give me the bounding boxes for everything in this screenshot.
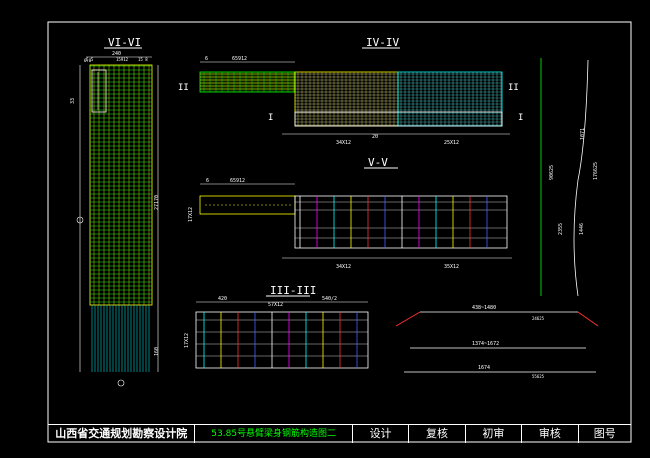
dim-bottom-5: 55625 [532,374,545,379]
section-iii-title: III-III [270,284,316,297]
section-v: V-V 65912 6 34X12 35X12 17X12 [188,156,512,270]
dim-iv-3: 20 [372,134,378,140]
dim-side-1: 2355 [558,223,564,235]
section-mark-ii-left: II [178,83,189,93]
dim-v-1: 65912 [230,178,245,184]
title-block-design: 设计 [353,425,410,443]
dim-bottom-1: 438~1480 [472,305,496,311]
dim-vi-5: 27170 [154,195,160,210]
dim-side-3: 90625 [549,165,555,180]
section-iv-title: IV-IV [366,36,399,49]
dim-iv-4: 25X12 [444,140,459,146]
detail-bars: 438~1480 1374~1672 1674 24625 55625 [395,305,599,379]
dim-bottom-2: 1374~1672 [472,341,499,347]
title-block-approve: 审核 [522,425,579,443]
section-v-title: V-V [368,156,388,169]
dim-v-3: 35X12 [444,264,459,270]
dim-v-4: 6 [206,178,209,184]
dim-v-2: 34X12 [336,264,351,270]
dim-v-5: 17X12 [188,207,194,222]
drawing-canvas: VI-VI 240 6 5 15912 15 8 27170 160 33 6.… [47,21,632,443]
dim-vi-3: 15912 [116,57,129,62]
title-block: 山西省交通规划勘察设计院 53.85号悬臂梁身钢筋构造图二 设计 复核 初审 审… [48,424,631,443]
title-block-project: 53.85号悬臂梁身钢筋构造图二 [195,425,353,443]
dim-vi-8: 6.8 [84,58,92,63]
section-mark-ii-right: II [508,83,519,93]
side-profile: 2355 1446 90625 176625 1071 [540,58,599,297]
dim-side-5: 1071 [580,128,586,140]
dim-vi-4: 15 8 [138,57,148,62]
section-iv: IV-IV 65912 6 34X12 20 25X12 II II I I [178,36,523,146]
dim-iv-1: 65912 [232,56,247,62]
section-vi: VI-VI 240 6 5 15912 15 8 27170 160 33 6.… [70,36,160,387]
dim-iii-3: 540/2 [322,296,337,302]
dim-iv-5: 6 [205,56,208,62]
dim-bottom-3: 1674 [478,365,490,371]
dim-vi-6: 160 [154,347,160,356]
title-block-check: 复核 [409,425,466,443]
section-mark-i-left: I [268,113,273,123]
dim-side-4: 176625 [593,162,599,180]
dim-bottom-4: 24625 [532,316,545,321]
dim-iii-2: 420 [218,296,227,302]
dim-side-2: 1446 [579,223,585,235]
title-block-review: 初审 [466,425,523,443]
drawing-border [47,21,632,443]
section-vi-title: VI-VI [108,36,141,49]
dim-vi-7: 33 [70,98,76,104]
dim-iii-4: 17X12 [184,333,190,348]
dim-iii-1: 57X12 [268,302,283,308]
section-mark-i-right: I [518,113,523,123]
title-block-drawing-no: 图号 [593,427,616,440]
dim-iv-2: 34X12 [336,140,351,146]
title-block-org: 山西省交通规划勘察设计院 [48,425,196,443]
section-iii: III-III 420 540/2 57X12 17X12 [184,284,369,369]
